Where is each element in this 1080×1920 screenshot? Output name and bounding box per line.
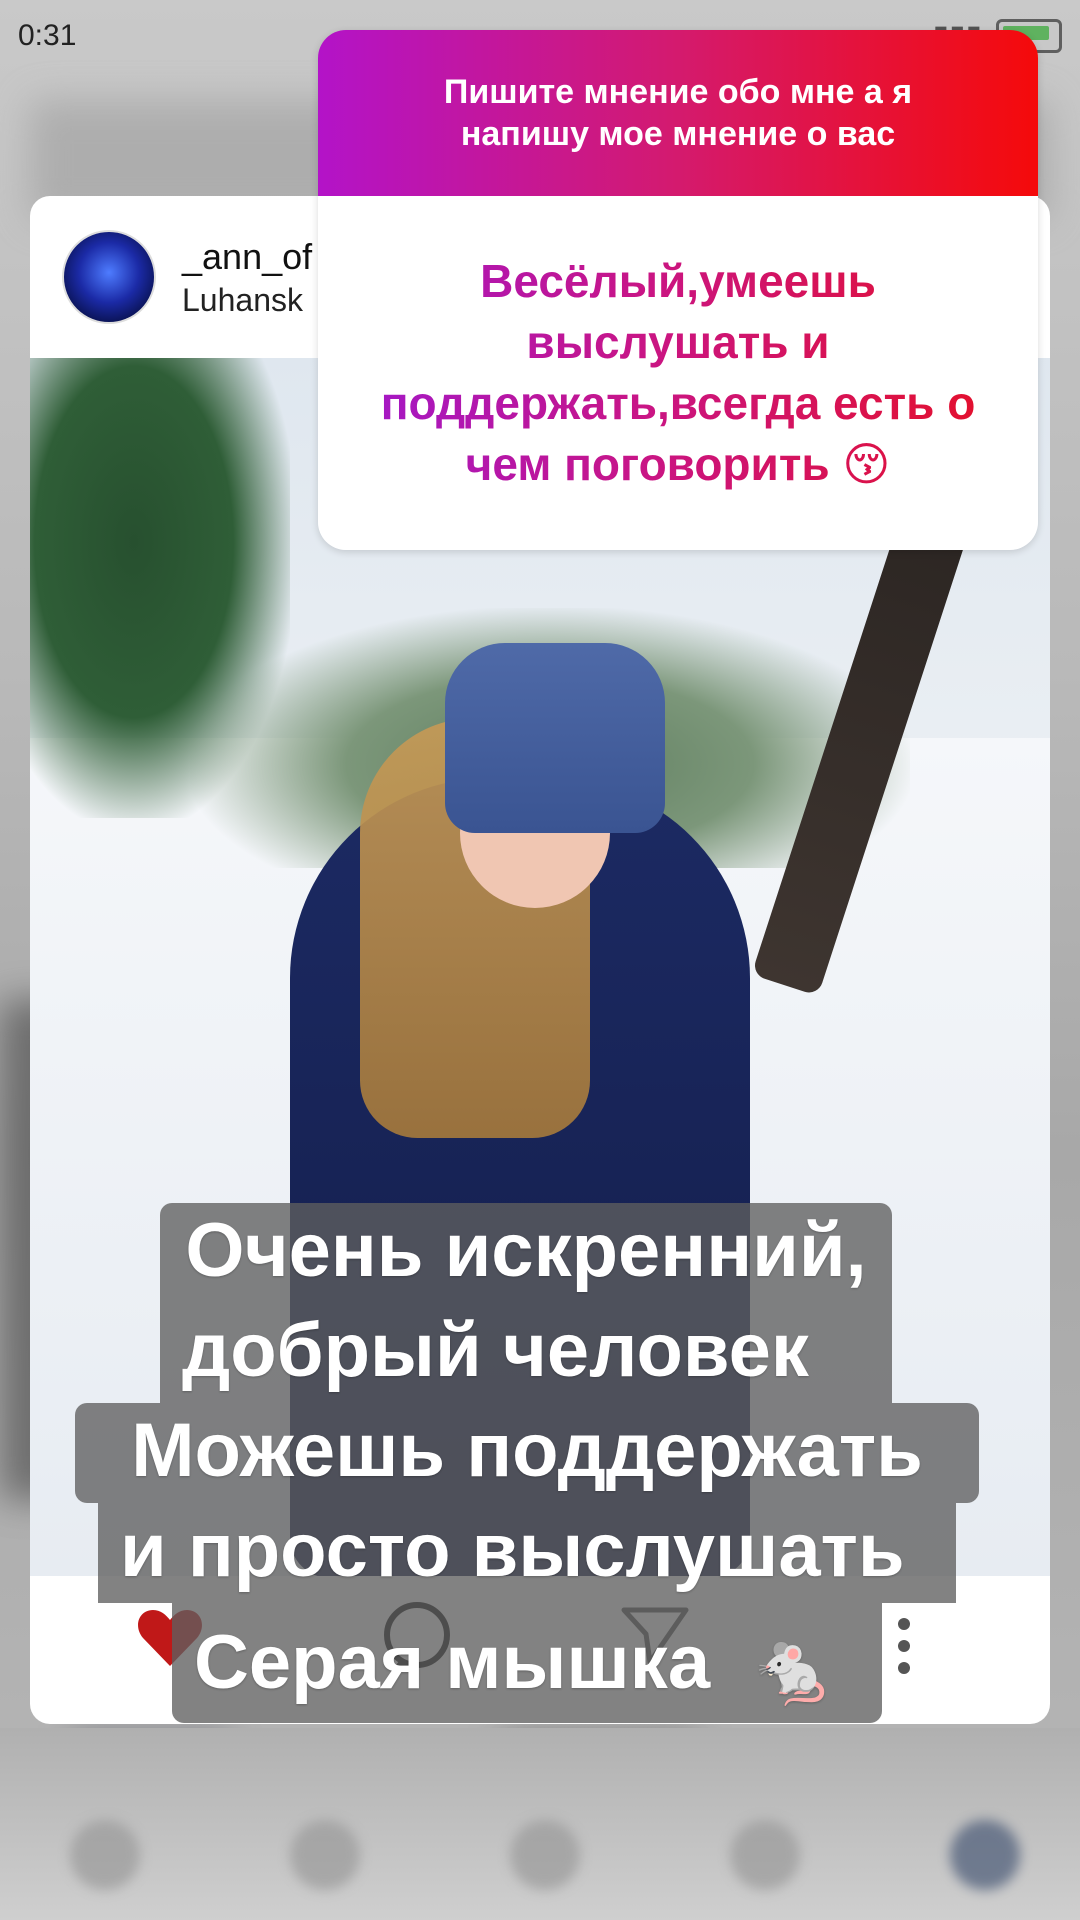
post-username[interactable]: _ann_of: [182, 236, 312, 278]
status-time: 0:31: [18, 19, 77, 52]
nav-search-icon: [290, 1820, 360, 1890]
nav-activity-icon: [730, 1820, 800, 1890]
nav-profile-icon: [950, 1820, 1020, 1890]
question-sticker[interactable]: Пишите мнение обо мне а я напишу мое мне…: [318, 30, 1038, 550]
question-answer-container: Весёлый,умеешь выслушать и поддержать,вс…: [318, 196, 1038, 550]
more-icon[interactable]: [896, 1616, 912, 1676]
share-icon[interactable]: [620, 1606, 690, 1666]
comment-icon[interactable]: [380, 1600, 454, 1674]
user-meta: _ann_of Luhansk: [182, 236, 312, 319]
nav-home-icon: [70, 1820, 140, 1890]
avatar[interactable]: [62, 230, 156, 324]
question-prompt: Пишите мнение обо мне а я напишу мое мне…: [318, 30, 1038, 196]
photo-person-hat: [445, 643, 665, 833]
nav-add-icon: [510, 1820, 580, 1890]
heart-icon[interactable]: [135, 1606, 205, 1670]
question-answer: Весёлый,умеешь выслушать и поддержать,вс…: [358, 251, 998, 495]
post-location[interactable]: Luhansk: [182, 282, 312, 319]
